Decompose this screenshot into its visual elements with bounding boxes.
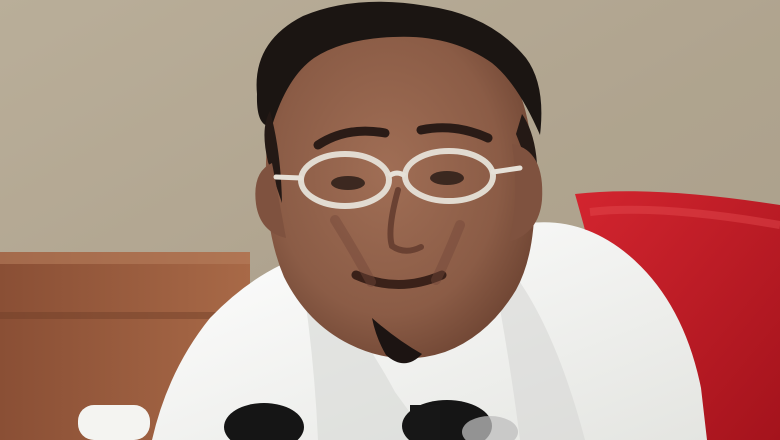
glasses-bridge — [387, 170, 407, 179]
photo-scene — [0, 0, 780, 440]
white-microphone — [78, 405, 150, 440]
right-eye — [430, 171, 464, 185]
microphone-stand — [410, 405, 440, 440]
left-eye — [331, 176, 365, 190]
press-conference-photo — [0, 0, 780, 440]
desk-edge — [0, 252, 250, 264]
glasses-arm-left — [273, 174, 304, 181]
